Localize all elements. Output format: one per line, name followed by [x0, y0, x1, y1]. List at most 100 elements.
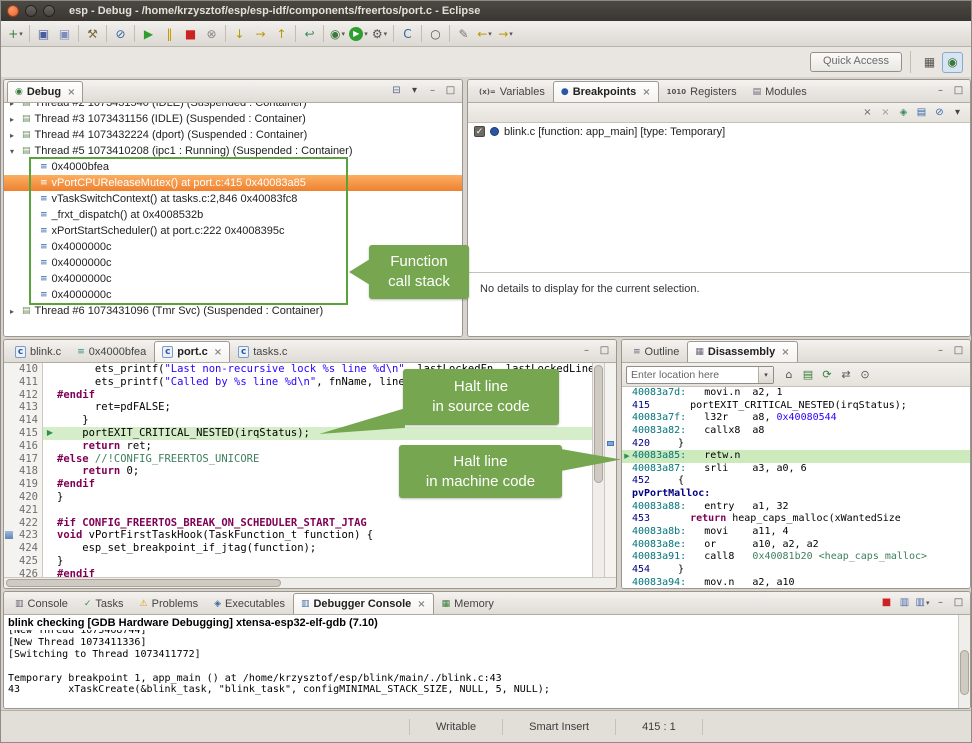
tab-port-c[interactable]: c port.c ×: [154, 341, 230, 362]
back-icon[interactable]: ←▾: [474, 23, 495, 44]
disasm-inst-row[interactable]: 40083a94: mov.n a2, a10: [622, 577, 970, 588]
minimize-view-icon[interactable]: –: [932, 342, 949, 359]
tab-breakpoints[interactable]: ● Breakpoints ×: [553, 81, 659, 102]
tab-outline[interactable]: ≡ Outline: [625, 341, 687, 362]
close-tab-icon[interactable]: ×: [781, 347, 789, 358]
close-tab-icon[interactable]: ×: [214, 347, 222, 358]
step-over-icon[interactable]: →: [250, 23, 271, 44]
pin-view-icon[interactable]: ⊙: [856, 366, 874, 384]
disasm-label-row[interactable]: pvPortMalloc:: [622, 488, 970, 501]
remove-all-breakpoints-icon[interactable]: ×: [877, 104, 894, 121]
view-menu-icon[interactable]: ▾: [406, 82, 423, 99]
tab-modules[interactable]: ▤ Modules: [745, 81, 815, 102]
window-close-button[interactable]: [7, 5, 19, 17]
tab-blink-c[interactable]: c blink.c: [7, 341, 69, 362]
skip-all-breakpoints-icon[interactable]: ⊘: [110, 23, 131, 44]
disasm-inst-row[interactable]: 40083a87: srli a3, a0, 6: [622, 463, 970, 476]
tab-console[interactable]: ▥ Console: [7, 593, 76, 614]
breakpoint-row[interactable]: ✓ blink.c [function: app_main] [type: Te…: [468, 123, 970, 140]
disasm-inst-row[interactable]: 40083a82: callx8 a8: [622, 425, 970, 438]
disasm-inst-row[interactable]: 40083a8e: or a10, a2, a2: [622, 539, 970, 552]
disasm-inst-row[interactable]: 40083a8b: movi a11, 4: [622, 526, 970, 539]
home-icon[interactable]: ⌂: [780, 366, 798, 384]
editor-vertical-scrollbar[interactable]: [592, 363, 604, 577]
maximize-view-icon[interactable]: □: [950, 594, 967, 611]
tab-problems[interactable]: ⚠ Problems: [132, 593, 207, 614]
run-icon[interactable]: ▶▾: [348, 23, 369, 44]
stack-frame-row[interactable]: ≡vTaskSwitchContext() at tasks.c:2,846 0…: [4, 191, 462, 207]
tab-0x4000bfea[interactable]: ≡ 0x4000bfea: [69, 341, 154, 362]
build-icon[interactable]: ⚒: [82, 23, 103, 44]
disasm-src-row[interactable]: 454 }: [622, 564, 970, 577]
code-line[interactable]: 426#endif: [4, 568, 592, 577]
debug-thread-row[interactable]: ▸▤Thread #6 1073431096 (Tmr Svc) (Suspen…: [4, 303, 462, 319]
stack-frame-row[interactable]: ≡_frxt_dispatch() at 0x4008532b: [4, 207, 462, 223]
terminate-console-icon[interactable]: ■: [878, 594, 895, 611]
code-line[interactable]: 415▶ portEXIT_CRITICAL_NESTED(irqStatus)…: [4, 427, 592, 440]
expand-icon[interactable]: ▸: [10, 115, 22, 124]
disasm-src-row[interactable]: 453 return heap_caps_malloc(xWantedSize: [622, 513, 970, 526]
tab-registers[interactable]: 1010 Registers: [659, 81, 745, 102]
close-tab-icon[interactable]: ×: [642, 87, 650, 98]
debug-thread-row[interactable]: ▸▤Thread #4 1073432224 (dport) (Suspende…: [4, 127, 462, 143]
save-all-icon[interactable]: ▣: [54, 23, 75, 44]
code-line[interactable]: 422#if CONFIG_FREERTOS_BREAK_ON_SCHEDULE…: [4, 517, 592, 530]
show-source-icon[interactable]: ▤: [799, 366, 817, 384]
expand-icon[interactable]: ▸: [10, 307, 22, 316]
go-to-file-for-breakpoint-icon[interactable]: ▤: [913, 104, 930, 121]
quick-access-field[interactable]: Quick Access: [810, 52, 902, 72]
tab-memory[interactable]: ▦ Memory: [434, 593, 502, 614]
close-tab-icon[interactable]: ×: [67, 87, 75, 98]
tab-debugger-console[interactable]: ▥ Debugger Console ×: [293, 593, 434, 614]
tab-executables[interactable]: ◈ Executables: [206, 593, 293, 614]
debug-icon[interactable]: ◉▾: [327, 23, 348, 44]
disasm-inst-row[interactable]: 40083a88: entry a1, 32: [622, 501, 970, 514]
maximize-view-icon[interactable]: □: [596, 342, 613, 359]
tab-debug[interactable]: ◉ Debug ×: [7, 81, 83, 102]
minimize-view-icon[interactable]: –: [578, 342, 595, 359]
window-minimize-button[interactable]: [25, 5, 37, 17]
resume-icon[interactable]: ▶: [138, 23, 159, 44]
collapse-icon[interactable]: ▾: [10, 147, 22, 156]
collapse-all-icon[interactable]: ⊟: [388, 82, 405, 99]
tab-tasks[interactable]: ✓ Tasks: [76, 593, 132, 614]
code-line[interactable]: 424 esp_set_breakpoint_if_jtag(function)…: [4, 542, 592, 555]
forward-icon[interactable]: →▾: [495, 23, 516, 44]
sync-active-context-icon[interactable]: ⇄: [837, 366, 855, 384]
show-breakpoints-for-selection-icon[interactable]: ◈: [895, 104, 912, 121]
last-edit-location-icon[interactable]: ✎: [453, 23, 474, 44]
view-menu-icon[interactable]: ▾: [949, 104, 966, 121]
step-into-icon[interactable]: ↓: [229, 23, 250, 44]
code-line[interactable]: 425}: [4, 555, 592, 568]
stack-frame-row[interactable]: ≡xPortStartScheduler() at port.c:222 0x4…: [4, 223, 462, 239]
code-line[interactable]: 421: [4, 504, 592, 517]
drop-to-frame-icon[interactable]: ↩: [299, 23, 320, 44]
maximize-view-icon[interactable]: □: [442, 82, 459, 99]
tab-variables[interactable]: (x)= Variables: [471, 81, 553, 102]
disasm-src-row[interactable]: 415 portEXIT_CRITICAL_NESTED(irqStatus);: [622, 400, 970, 413]
disasm-inst-row[interactable]: 40083a91: call8 0x40081b20 <heap_caps_ma…: [622, 551, 970, 564]
overview-marker[interactable]: [607, 441, 614, 446]
disasm-inst-row[interactable]: 40083a7d: movi.n a2, 1: [622, 387, 970, 400]
disasm-src-row[interactable]: 420 }: [622, 438, 970, 451]
disasm-inst-row[interactable]: ▶40083a85: retw.n: [622, 450, 970, 463]
overview-ruler[interactable]: [604, 363, 616, 577]
stack-frame-row[interactable]: ≡vPortCPUReleaseMutex() at port.c:415 0x…: [4, 175, 462, 191]
debug-thread-row[interactable]: ▸▤Thread #2 1073431540 (IDLE) (Suspended…: [4, 103, 462, 111]
expand-icon[interactable]: ▸: [10, 103, 22, 108]
skip-all-breakpoints-view-icon[interactable]: ⊘: [931, 104, 948, 121]
location-dropdown-icon[interactable]: ▾: [758, 367, 773, 383]
debug-perspective-icon[interactable]: ◉: [942, 52, 963, 73]
open-perspective-icon[interactable]: ▦: [919, 52, 940, 73]
new-wizard-icon[interactable]: +▾: [5, 23, 26, 44]
terminate-icon[interactable]: ■: [180, 23, 201, 44]
minimize-view-icon[interactable]: –: [932, 82, 949, 99]
disasm-inst-row[interactable]: 40083a7f: l32r a8, 0x40080544: [622, 412, 970, 425]
refresh-view-icon[interactable]: ⟳: [818, 366, 836, 384]
save-icon[interactable]: ▣: [33, 23, 54, 44]
console-scrollbar[interactable]: [958, 615, 970, 708]
disasm-src-row[interactable]: 452 {: [622, 475, 970, 488]
maximize-view-icon[interactable]: □: [950, 342, 967, 359]
minimize-view-icon[interactable]: –: [932, 594, 949, 611]
open-console-icon[interactable]: ▥▾: [914, 594, 931, 611]
